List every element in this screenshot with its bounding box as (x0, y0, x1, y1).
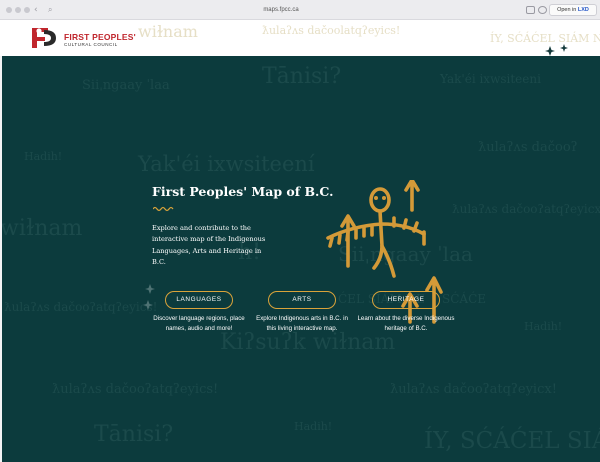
wave-divider-icon (153, 206, 174, 212)
window-minimize-dot[interactable] (15, 7, 21, 13)
bg-word: Siiˌngaay ˈlaa (82, 78, 170, 93)
header-bg-word: ƛulaʔʌs dačoolatqʔeyics! (262, 24, 401, 37)
site-header: wiɫnam ƛulaʔʌs dačoolatqʔeyics! ÍY, SĆÁĆ… (0, 20, 600, 56)
bg-word: ÍY, SĆÁĆEL SIÁM (424, 428, 600, 454)
logo-name: FIRST PEOPLES' (64, 32, 136, 42)
sparkle-stars-icon (143, 284, 155, 310)
arts-button[interactable]: ARTS (268, 291, 336, 309)
window-close-dot[interactable] (6, 7, 12, 13)
bg-word: ƛulaʔʌs dačooʔatqʔeyics! (4, 300, 158, 314)
open-in-lxd-button[interactable]: Open in LXD (549, 4, 597, 16)
bg-word: Hadih! (24, 150, 63, 163)
bg-word: ƛulaʔʌs dačooʔatqʔeyicx! (452, 202, 600, 216)
arts-description: Explore Indigenous arts in B.C. in this … (256, 315, 348, 332)
languages-button[interactable]: LANGUAGES (165, 291, 233, 309)
fpcc-logo-mark-icon (32, 28, 56, 48)
bg-word: Tānisi? (94, 422, 174, 447)
bg-word: Yak'éi ixwsiteeni (440, 72, 541, 86)
reader-view-icon[interactable] (526, 6, 535, 14)
url-text: maps.fpcc.ca (263, 7, 299, 13)
bg-word: Hadih! (294, 420, 333, 433)
languages-description: Discover language regions, place names, … (153, 315, 245, 332)
fpcc-logo[interactable]: FIRST PEOPLES' CULTURAL COUNCIL (30, 26, 150, 52)
address-bar[interactable]: maps.fpcc.ca (46, 4, 516, 16)
browser-toolbar: ‹ ⌕ maps.fpcc.ca Open in LXD (0, 0, 600, 20)
intro-text: Explore and contribute to the interactiv… (152, 224, 266, 266)
share-link-icon[interactable] (538, 6, 547, 14)
bg-word: Tānisi? (262, 64, 342, 89)
hero-section: Tānisi? Siiˌngaay ˈlaa Yak'éi ixwsiteeni… (2, 56, 600, 462)
bg-word: ƛulaʔʌs dačooʔ (478, 140, 578, 155)
heritage-button[interactable]: HERITAGE (372, 291, 440, 309)
bg-word: ƛulaʔʌs dačooʔatqʔeyicx! (390, 382, 557, 397)
chevron-left-icon[interactable]: ‹ (34, 4, 38, 16)
logo-subname: CULTURAL COUNCIL (64, 42, 118, 47)
sparkle-stars-icon (545, 44, 568, 56)
bg-word: Hadih! (524, 320, 563, 333)
page-title: First Peoples' Map of B.C. (152, 184, 334, 199)
window-zoom-dot[interactable] (24, 7, 30, 13)
bg-word: Kiʔsuʔk wiɫnam (220, 330, 396, 355)
bg-word: ƛulaʔʌs dačooʔatqʔeyics! (52, 382, 219, 397)
heritage-description: Learn about the diverse Indigenous herit… (357, 315, 455, 332)
bg-word: wiɫnam (2, 216, 83, 241)
bg-word: Yak'éi ixwsiteení (138, 152, 315, 176)
